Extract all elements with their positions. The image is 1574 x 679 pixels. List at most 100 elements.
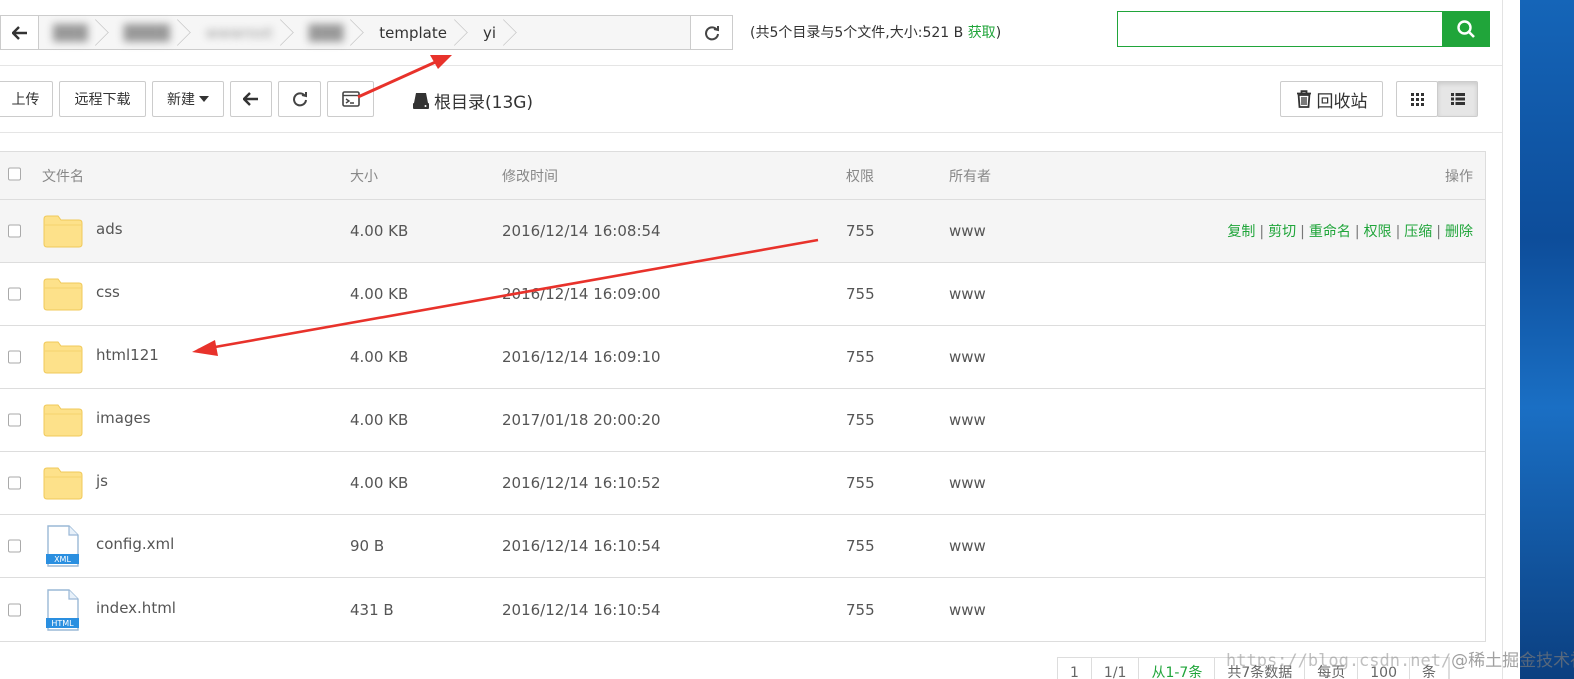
path-refresh-button[interactable] [690, 16, 732, 49]
file-owner: www [949, 348, 986, 366]
page-range: 从1-7条 [1139, 658, 1216, 679]
table-row[interactable]: html121 4.00 KB 2016/12/14 16:09:10 755 … [0, 326, 1485, 389]
file-name[interactable]: ads [96, 220, 123, 238]
op-link[interactable]: 重命名 [1309, 224, 1351, 240]
file-name[interactable]: html121 [96, 346, 159, 364]
header-size[interactable]: 大小 [350, 166, 378, 186]
file-owner: www [949, 600, 986, 619]
op-separator: | [1259, 224, 1265, 240]
row-checkbox[interactable] [8, 476, 21, 490]
breadcrumb-item-blurred[interactable]: ████ [110, 16, 192, 49]
op-link[interactable]: 删除 [1445, 224, 1473, 240]
table-row[interactable]: XML config.xml 90 B 2016/12/14 16:10:54 … [0, 515, 1485, 578]
svg-text:XML: XML [54, 555, 71, 564]
caret-down-icon [199, 96, 209, 102]
breadcrumb-item-blurred[interactable]: ███ [39, 16, 110, 49]
header-modified-time[interactable]: 修改时间 [502, 166, 558, 186]
row-checkbox[interactable] [8, 603, 21, 616]
file-owner: www [949, 474, 986, 492]
op-link[interactable]: 复制 [1227, 224, 1255, 240]
file-permission[interactable]: 755 [846, 537, 875, 555]
row-checkbox[interactable] [8, 539, 21, 553]
row-operations: 复制 | 剪切 | 重命名 | 权限 | 压缩 | 删除 [1227, 221, 1473, 241]
row-checkbox[interactable] [8, 350, 21, 364]
op-link[interactable]: 剪切 [1268, 224, 1296, 240]
new-label: 新建 [167, 92, 195, 108]
header-filename[interactable]: 文件名 [42, 166, 84, 186]
op-separator: | [1300, 224, 1305, 240]
divider [0, 132, 1502, 133]
file-owner: www [949, 285, 986, 303]
breadcrumb-item-blurred[interactable]: ███ [295, 16, 366, 49]
search-button[interactable] [1442, 11, 1490, 47]
op-separator: | [1395, 224, 1401, 240]
file-name[interactable]: index.html [96, 599, 176, 617]
back-button[interactable] [230, 81, 272, 117]
breadcrumb-item-template[interactable]: template [365, 16, 469, 49]
list-view-button[interactable] [1437, 81, 1478, 117]
breadcrumb-item-wwwroot[interactable]: wwwroot [192, 16, 295, 49]
table-row[interactable]: js 4.00 KB 2016/12/14 16:10:52 755 www [0, 452, 1485, 515]
arrow-left-icon [11, 25, 27, 40]
summary-text: (共5个目录与5个文件,大小:521 B [750, 25, 964, 41]
svg-text:HTML: HTML [51, 619, 74, 628]
header-permission: 权限 [846, 168, 874, 185]
file-name[interactable]: css [96, 283, 120, 301]
folder-icon [43, 404, 83, 437]
upload-button[interactable]: 上传 [0, 81, 53, 117]
file-permission[interactable]: 755 [846, 222, 875, 240]
trash-icon [1296, 90, 1311, 108]
file-permission[interactable]: 755 [846, 348, 875, 366]
recycle-bin-button[interactable]: 回收站 [1280, 81, 1383, 117]
watermark-url: https://blog.csdn.net/ [1226, 651, 1452, 671]
row-checkbox[interactable] [8, 287, 21, 301]
search-box [1117, 11, 1490, 47]
html-file-icon: HTML [46, 588, 79, 631]
get-size-link[interactable]: 获取 [968, 25, 996, 41]
file-permission[interactable]: 755 [846, 601, 875, 619]
new-dropdown-button[interactable]: 新建 [152, 81, 224, 117]
divider [0, 65, 1502, 66]
file-size: 4.00 KB [350, 474, 409, 492]
table-row[interactable]: images 4.00 KB 2017/01/18 20:00:20 755 w… [0, 389, 1485, 452]
file-name[interactable]: images [96, 409, 151, 427]
path-bar: ███ ████ wwwroot ███ template yi [0, 15, 733, 50]
file-owner: www [949, 411, 986, 429]
file-owner: www [949, 222, 986, 240]
xml-file-icon: XML [46, 525, 79, 567]
file-permission[interactable]: 755 [846, 411, 875, 429]
page-total: 1/1 [1092, 658, 1140, 679]
row-checkbox[interactable] [8, 413, 21, 427]
page-number[interactable]: 1 [1058, 658, 1092, 679]
op-link[interactable]: 权限 [1364, 224, 1392, 240]
table-row[interactable]: css 4.00 KB 2016/12/14 16:09:00 755 www [0, 263, 1485, 326]
refresh-button[interactable] [278, 81, 321, 117]
file-name[interactable]: js [96, 472, 108, 490]
grid-view-button[interactable] [1396, 81, 1438, 117]
file-permission[interactable]: 755 [846, 474, 875, 492]
breadcrumb: ███ ████ wwwroot ███ template yi [39, 16, 690, 49]
breadcrumb-item-yi[interactable]: yi [469, 16, 518, 49]
select-all-checkbox[interactable] [8, 167, 21, 181]
remote-download-label: 远程下载 [74, 92, 131, 108]
header-owner: 所有者 [949, 168, 991, 185]
op-link[interactable]: 压缩 [1404, 224, 1432, 240]
file-name[interactable]: config.xml [96, 535, 174, 553]
path-back-button[interactable] [1, 16, 39, 49]
terminal-button[interactable] [327, 81, 374, 117]
table-header: 文件名 大小 修改时间 权限 所有者 操作 [0, 152, 1485, 200]
table-row[interactable]: HTML index.html 431 B 2016/12/14 16:10:5… [0, 578, 1485, 641]
grid-icon [1410, 92, 1424, 106]
search-input[interactable] [1117, 11, 1442, 47]
directory-summary: (共5个目录与5个文件,大小:521 B 获取) [750, 22, 1001, 42]
row-checkbox[interactable] [8, 224, 21, 238]
table-row[interactable]: ads 4.00 KB 2016/12/14 16:08:54 755 www … [0, 200, 1485, 263]
op-separator: | [1436, 224, 1441, 240]
root-directory-label: 根目录(13G) [434, 93, 534, 113]
file-permission[interactable]: 755 [846, 285, 875, 303]
root-directory-indicator[interactable]: 根目录(13G) [412, 88, 533, 113]
file-size: 4.00 KB [350, 285, 409, 303]
search-icon [1457, 20, 1475, 38]
remote-download-button[interactable]: 远程下载 [59, 81, 146, 117]
file-modified-time: 2016/12/14 16:10:54 [502, 537, 661, 555]
